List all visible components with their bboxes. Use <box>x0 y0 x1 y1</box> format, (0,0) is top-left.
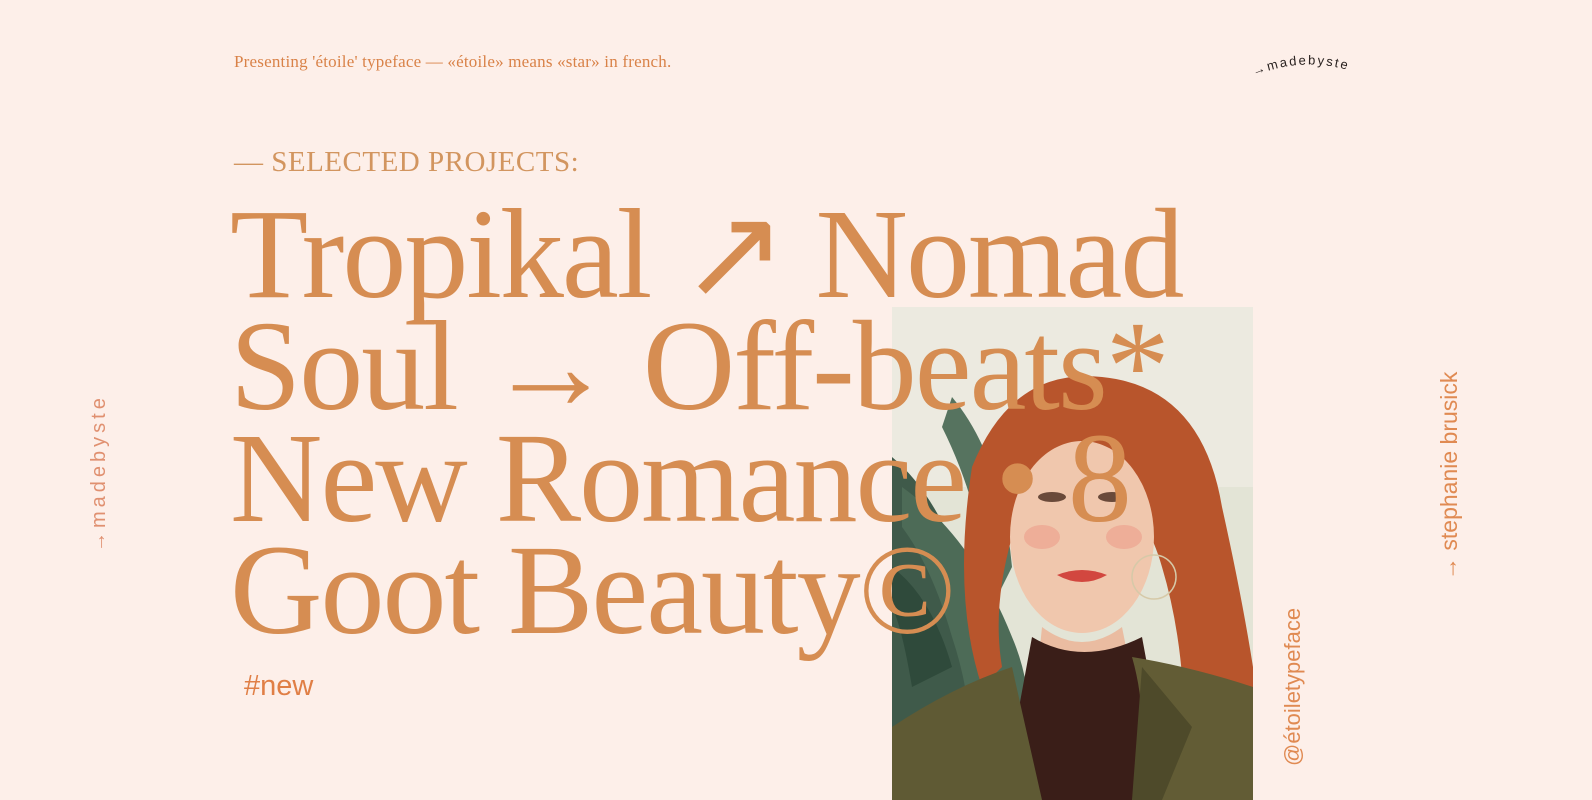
brand-logo-arc: →madebyste <box>1250 52 1352 78</box>
headline-line-3[interactable]: New Romance • 8 <box>230 414 1360 542</box>
brand-top-text: →madebyste <box>1250 52 1350 78</box>
brand-logo-top: →madebyste <box>1250 50 1362 82</box>
hashtag-new[interactable]: #new <box>244 670 313 703</box>
vertical-handle[interactable]: @étoiletypeface <box>1280 608 1306 766</box>
projects-headline: Tropikal ↗ Nomad Soul → Off-beats* New R… <box>230 190 1360 654</box>
vertical-author: → stephanie brusick <box>1436 371 1462 580</box>
headline-line-4[interactable]: Goot Beauty© <box>230 526 1360 654</box>
svg-text:→madebyste: →madebyste <box>1252 52 1352 78</box>
headline-line-1[interactable]: Tropikal ↗ Nomad <box>230 190 1360 318</box>
headline-line-2[interactable]: Soul → Off-beats* <box>230 302 1360 430</box>
vertical-brand-left: →madebyste <box>88 394 110 552</box>
section-title: — SELECTED PROJECTS: <box>234 146 580 178</box>
intro-text: Presenting 'étoile' typeface — «étoile» … <box>234 52 672 71</box>
